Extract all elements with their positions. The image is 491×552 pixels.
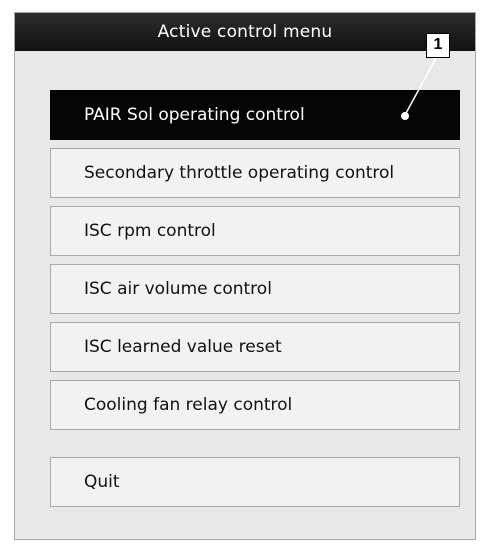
callout-number-badge: 1 bbox=[426, 33, 450, 58]
isc-rpm-control-button[interactable]: ISC rpm control bbox=[50, 206, 460, 256]
isc-air-volume-control-button[interactable]: ISC air volume control bbox=[50, 264, 460, 314]
window-title: Active control menu bbox=[15, 13, 475, 51]
isc-learned-value-reset-button[interactable]: ISC learned value reset bbox=[50, 322, 460, 372]
quit-button[interactable]: Quit bbox=[50, 457, 460, 507]
cooling-fan-relay-control-button[interactable]: Cooling fan relay control bbox=[50, 380, 460, 430]
active-control-menu-window: Active control menu PAIR Sol operating c… bbox=[14, 12, 476, 540]
secondary-throttle-operating-control-button[interactable]: Secondary throttle operating control bbox=[50, 148, 460, 198]
pair-sol-operating-control-button[interactable]: PAIR Sol operating control bbox=[50, 90, 460, 140]
